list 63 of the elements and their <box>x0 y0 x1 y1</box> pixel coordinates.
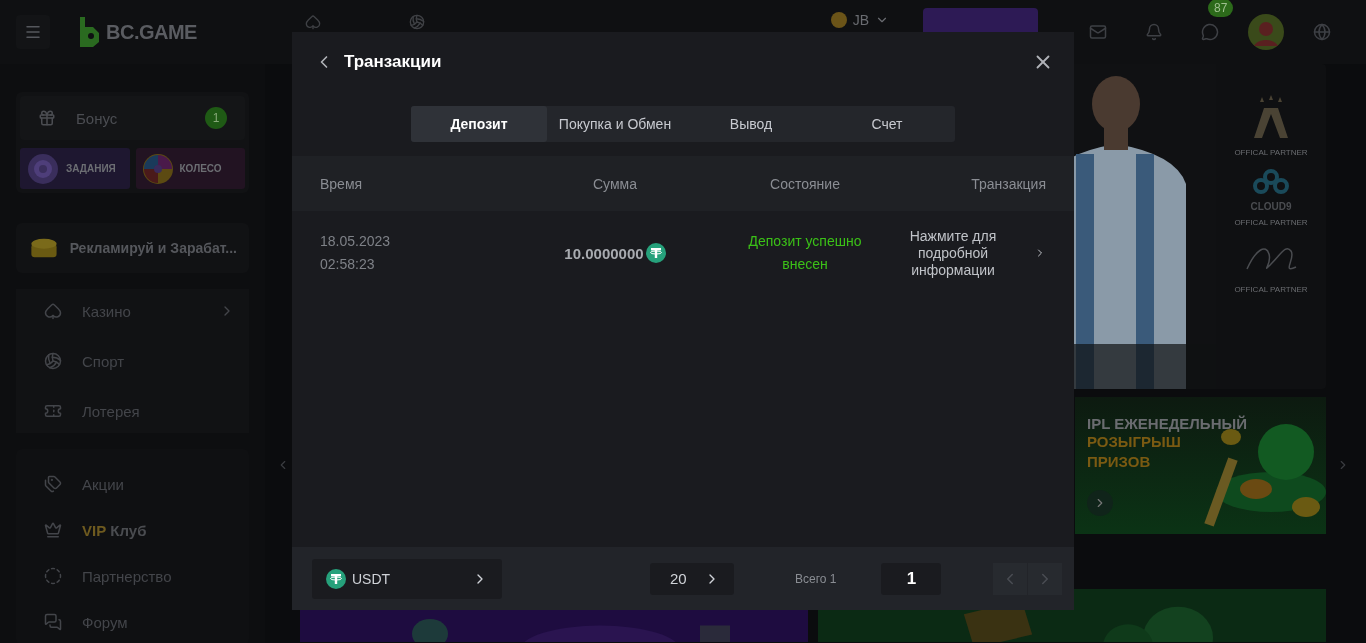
currency-selector[interactable]: JB <box>830 12 889 28</box>
ball-icon <box>44 352 62 370</box>
card-icon[interactable] <box>304 14 321 30</box>
time-text: 02:58:23 <box>320 255 376 274</box>
cloud-icon <box>1251 169 1291 195</box>
menu-item[interactable]: VIP Клуб <box>16 507 249 553</box>
tether-icon <box>326 568 346 589</box>
notification-badge: 87 <box>1208 0 1234 17</box>
menu-item[interactable]: Форум <box>16 599 249 643</box>
gift-icon <box>38 109 56 127</box>
column-header: Время <box>320 175 364 192</box>
chat-icon[interactable] <box>1201 23 1219 41</box>
referral-item[interactable]: Рекламируй и Зарабат... <box>16 223 249 273</box>
promo-banner[interactable]: IPL ЕЖЕНЕДЕЛЬНЫЙ РОЗЫГРЫШ ПРИЗОВ <box>1075 397 1326 534</box>
coin-icon <box>830 12 847 28</box>
ball-icon[interactable] <box>408 14 425 30</box>
menu-item[interactable]: Партнерство <box>16 553 249 599</box>
amount-text: 10.0000000 <box>564 244 644 262</box>
partner-caption: OFFICAL PARTNER <box>1234 218 1308 227</box>
details-link[interactable]: Нажмите для подробной информации <box>870 227 1046 279</box>
next-button[interactable] <box>1087 490 1113 516</box>
currency-select[interactable]: USDT <box>312 558 502 599</box>
dialog-title: Транзакции <box>344 52 442 72</box>
column-header: Состояние <box>769 175 841 192</box>
target-icon <box>26 151 60 186</box>
total-count: Всего 1 <box>795 571 837 586</box>
tether-icon <box>645 243 666 263</box>
column-header: Сумма <box>592 175 638 192</box>
tab[interactable]: Покупка и Обмен <box>547 106 683 142</box>
page-size-select[interactable]: 20 <box>650 562 734 595</box>
menu-item[interactable]: Акции <box>16 461 249 507</box>
feature-tile[interactable]: КОЛЕСО <box>135 148 245 189</box>
dotted-circle-icon <box>44 567 62 585</box>
logo-text: BC.GAME <box>106 20 197 44</box>
column-header: Транзакция <box>970 175 1046 192</box>
partner-logo-text: CLOUD9 <box>1250 201 1292 212</box>
tab[interactable]: Счет <box>819 106 955 142</box>
globe-icon[interactable] <box>1313 23 1331 41</box>
crown-icon <box>44 521 62 539</box>
count-badge: 1 <box>205 107 227 129</box>
feature-tile[interactable]: ЗАДАНИЯ <box>20 148 130 189</box>
previous-page-button[interactable] <box>993 562 1027 595</box>
banner-title: IPL ЕЖЕНЕДЕЛЬНЫЙ <box>1087 415 1248 432</box>
menu-icon <box>24 23 42 41</box>
partner-caption: OFFICAL PARTNER <box>1234 285 1308 294</box>
partner-caption: OFFICAL PARTNER <box>1234 148 1308 157</box>
page-number[interactable]: 1 <box>881 562 942 595</box>
tags-icon <box>44 475 62 493</box>
wallet-button[interactable] <box>923 8 1038 32</box>
ticket-icon <box>44 402 62 420</box>
tab[interactable]: Вывод <box>683 106 819 142</box>
menu-button[interactable] <box>16 15 50 49</box>
status-text: Депозит успешно внесен <box>747 232 863 274</box>
tab[interactable]: Депозит <box>411 106 547 142</box>
logo-icon <box>78 17 100 47</box>
bell-icon[interactable] <box>1145 23 1163 41</box>
card-icon <box>44 302 62 320</box>
chat-icon <box>44 613 62 631</box>
next-page-button[interactable] <box>1028 562 1062 595</box>
avatar[interactable] <box>1248 14 1284 50</box>
date-text: 18.05.2023 <box>320 232 392 251</box>
mail-icon[interactable] <box>1089 23 1107 41</box>
wheel-icon <box>141 152 174 185</box>
